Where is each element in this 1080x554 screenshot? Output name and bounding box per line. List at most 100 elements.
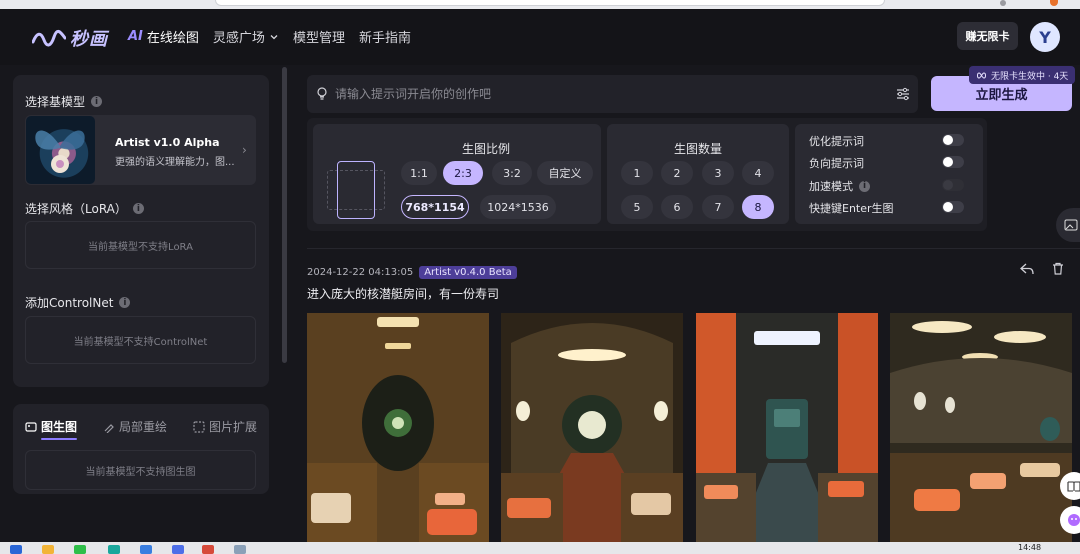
start-icon[interactable] [10,545,22,554]
trash-icon[interactable] [1052,262,1064,275]
info-icon[interactable]: i [91,96,103,107]
negative-prompt-toggle[interactable] [942,156,964,168]
tab-img2img[interactable]: 图生图 [25,418,77,435]
book-icon[interactable] [1060,472,1080,500]
ratio-card: 生图比例 1:1 2:3 3:2 自定义 768*1154 1024*1536 [313,124,601,224]
model-title: Artist v1.0 Alpha [115,136,220,149]
left-panel-scrollbar[interactable] [282,67,287,363]
generated-image-3[interactable] [696,313,878,542]
app-icon[interactable] [234,545,246,554]
tab-outpaint[interactable]: 图片扩展 [193,418,257,435]
count-option-2[interactable]: 2 [661,161,693,185]
ratio-option-3-2[interactable]: 3:2 [492,161,532,185]
main-nav: AI 在线绘图 灵感广场 模型管理 新手指南 [128,27,411,46]
badge-text: 无限卡生效中 · 4天 [991,71,1069,82]
assistant-icon[interactable] [1060,506,1080,534]
nav-beginner-guide[interactable]: 新手指南 [359,27,411,46]
enter-shortcut-toggle[interactable] [942,201,964,213]
ratio-option-custom[interactable]: 自定义 [537,161,593,185]
base-model-card[interactable]: Artist v1.0 Alpha 更强的语义理解能力，图... › [25,115,256,185]
app-logo[interactable]: 秒画 [32,25,108,51]
count-option-6[interactable]: 6 [661,195,693,219]
ratio-option-2-3[interactable]: 2:3 [443,161,483,185]
nav-ai-prefix: AI [128,29,143,44]
img2img-empty-box: 当前基模型不支持图生图 [25,450,256,490]
user-avatar[interactable]: Y [1030,22,1060,52]
optimize-prompt-toggle[interactable] [942,134,964,146]
section-divider [307,248,1080,249]
tab-inpaint[interactable]: 局部重绘 [103,418,167,435]
section-title: 选择风格（LoRA） [25,202,127,216]
app-icon[interactable] [172,545,184,554]
extension-icon[interactable] [1050,0,1058,6]
model-thumbnail [26,116,95,184]
tab-label: 图片扩展 [208,420,257,434]
count-option-8[interactable]: 8 [742,195,774,219]
controlnet-label: 添加ControlNet i [25,294,131,311]
address-bar[interactable] [215,0,885,6]
os-taskbar: 14:48 [0,542,1080,554]
settings-sliders-icon[interactable] [896,87,910,101]
earn-unlimited-card-button[interactable]: 赚无限卡 [957,22,1018,50]
nav-item-label: 新手指南 [358,31,411,46]
accelerate-toggle [942,179,964,191]
result-prompt: 进入庞大的核潜艇房间，有一份寿司 [307,287,500,301]
options-card: 优化提示词 负向提示词 加速模式 i 快捷键Enter生图 [795,124,983,224]
section-title: 选择基模型 [25,95,86,109]
folder-icon[interactable] [42,545,54,554]
info-icon[interactable]: i [859,180,870,192]
base-model-label: 选择基模型 i [25,93,103,110]
count-option-5[interactable]: 5 [621,195,653,219]
tab-label: 局部重绘 [118,420,167,434]
browser-chrome [0,0,1080,9]
lora-empty-box: 当前基模型不支持LoRA [25,221,256,269]
top-navigation: 秒画 AI 在线绘图 灵感广场 模型管理 新手指南 赚无限卡 Y [0,9,1080,65]
size-option-768[interactable]: 768*1154 [401,195,469,219]
expand-icon [193,420,205,433]
info-icon[interactable]: i [119,297,131,308]
unlimited-card-badge: 无限卡生效中 · 4天 [969,66,1076,84]
info-icon[interactable]: i [132,203,144,214]
result-meta: 2024-12-22 04:13:05 Artist v0.4.0 Beta [307,266,517,279]
chevron-down-icon [270,34,278,39]
ratio-option-1-1[interactable]: 1:1 [401,161,437,185]
ratio-preview [337,161,375,219]
book-glyph [1067,481,1080,492]
infinity-icon [977,71,986,79]
count-card: 生图数量 1 2 3 4 5 6 7 8 [607,124,789,224]
nav-online-drawing[interactable]: AI 在线绘图 [128,27,199,46]
taskbar-clock: 14:48 [1018,543,1042,552]
count-option-1[interactable]: 1 [621,161,653,185]
nav-model-management[interactable]: 模型管理 [293,27,345,46]
generated-image-2[interactable] [501,313,683,542]
side-drawer-handle[interactable] [1056,208,1080,242]
app-icon[interactable] [108,545,120,554]
option-label: 负向提示词 [809,157,864,170]
chrome-icon[interactable] [202,545,214,554]
count-option-3[interactable]: 3 [702,161,734,185]
option-label: 快捷键Enter生图 [809,202,894,215]
generated-image-4[interactable] [890,313,1072,542]
count-option-7[interactable]: 7 [702,195,734,219]
generation-settings: 生图比例 1:1 2:3 3:2 自定义 768*1154 1024*1536 … [307,118,987,231]
profile-icon[interactable] [1000,0,1006,6]
image-input-panel: 图生图 局部重绘 图片扩展 当前基模型不支持图生图 [13,404,269,494]
prompt-input[interactable] [335,82,875,106]
option-negative-prompt: 负向提示词 [809,155,864,171]
image-mode-tabs: 图生图 局部重绘 图片扩展 [25,418,257,435]
wechat-icon[interactable] [74,545,86,554]
nav-inspiration[interactable]: 灵感广场 [213,27,279,46]
submarine-interior-image [501,313,683,542]
size-option-1024[interactable]: 1024*1536 [480,195,556,219]
brush-icon [104,423,114,433]
lora-label: 选择风格（LoRA） i [25,200,144,217]
nav-item-label: 在线绘图 [146,31,199,46]
browser-icon[interactable] [140,545,152,554]
count-option-4[interactable]: 4 [742,161,774,185]
left-settings-panel: 选择基模型 i Artist v1.0 Alpha 更强的语义理解能力，图...… [13,75,269,387]
submarine-interior-image [696,313,878,542]
image-icon [1064,219,1078,231]
reuse-icon[interactable] [1020,263,1034,275]
generated-image-1[interactable] [307,313,489,542]
section-title: 添加ControlNet [25,296,114,310]
